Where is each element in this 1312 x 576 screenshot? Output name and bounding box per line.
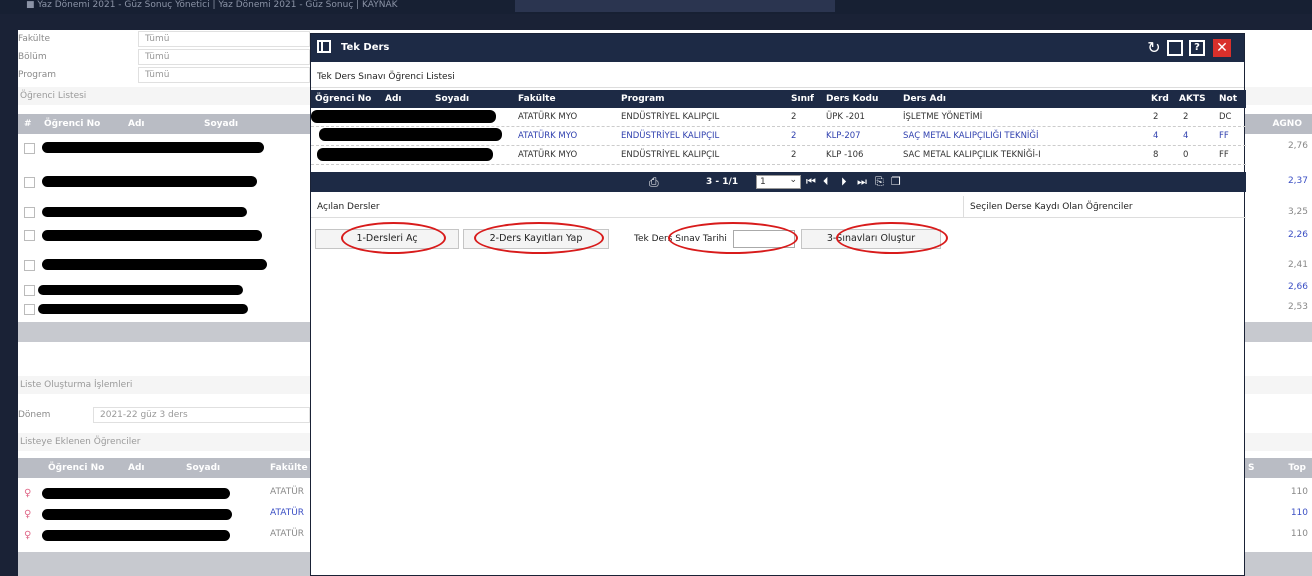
remove-student-icon[interactable]: ♀ bbox=[24, 531, 34, 541]
col-ogrenci-no[interactable]: Öğrenci No bbox=[315, 90, 371, 108]
redacted-name bbox=[42, 259, 267, 270]
redacted-name bbox=[42, 142, 264, 153]
dialog-title: Tek Ders bbox=[341, 42, 390, 53]
term-label: Dönem bbox=[18, 410, 51, 420]
remove-student-icon[interactable]: ♀ bbox=[24, 489, 34, 499]
col-krd[interactable]: Krd bbox=[1151, 90, 1169, 108]
selected-students-title: Seçilen Derse Kaydı Olan Öğrenciler bbox=[963, 196, 1246, 218]
grid-header: Öğrenci No Adı Soyadı Fakülte Program Sı… bbox=[311, 90, 1246, 108]
added-faculty: ATATÜR bbox=[270, 508, 305, 518]
redacted-name bbox=[42, 530, 230, 541]
filter-department-label: Bölüm bbox=[18, 52, 47, 62]
pager-info: 3 - 1/1 bbox=[706, 177, 739, 187]
col-program[interactable]: Program bbox=[621, 90, 665, 108]
agno-value: 2,37 bbox=[1287, 176, 1308, 186]
col-sinif[interactable]: Sınıf bbox=[791, 90, 814, 108]
agno-value: 2,53 bbox=[1287, 302, 1308, 312]
filter-department-row: Bölüm bbox=[18, 48, 47, 66]
section-bar: Açılan Dersler Seçilen Derse Kaydı Olan … bbox=[311, 196, 1246, 218]
agno-value: 2,76 bbox=[1287, 141, 1308, 151]
col-not[interactable]: Not bbox=[1219, 90, 1237, 108]
global-search-input[interactable] bbox=[515, 0, 835, 12]
redacted-student bbox=[317, 148, 493, 161]
row-checkbox[interactable] bbox=[24, 207, 35, 218]
opened-courses-title: Açılan Dersler bbox=[317, 202, 380, 212]
top-value: 110 bbox=[1290, 487, 1308, 497]
redacted-name bbox=[42, 176, 257, 187]
exam-date-label: Tek Ders Sınav Tarihi bbox=[634, 234, 727, 244]
prev-page-icon[interactable]: ⏴ bbox=[823, 172, 829, 192]
maximize-icon[interactable] bbox=[1167, 40, 1183, 56]
agno-value: 2,41 bbox=[1287, 260, 1308, 270]
agno-value: 2,26 bbox=[1287, 230, 1308, 240]
dialog-subtitle: Tek Ders Sınavı Öğrenci Listesi bbox=[311, 66, 1244, 88]
redacted-name bbox=[42, 230, 262, 241]
top-value: 110 bbox=[1290, 508, 1308, 518]
redacted-student bbox=[319, 128, 502, 141]
row-checkbox[interactable] bbox=[24, 230, 35, 241]
col-ders-kodu[interactable]: Ders Kodu bbox=[826, 90, 878, 108]
redacted-name bbox=[42, 488, 230, 499]
filter-faculty-row: Fakülte bbox=[18, 30, 50, 48]
filter-faculty-select[interactable]: Tümü bbox=[138, 31, 310, 47]
row-checkbox[interactable] bbox=[24, 143, 35, 154]
tek-ders-dialog: Tek Ders ↻ ? ✕ Tek Ders Sınavı Öğrenci L… bbox=[310, 33, 1246, 576]
agno-value: 2,66 bbox=[1287, 282, 1308, 292]
col-fakulte[interactable]: Fakülte bbox=[518, 90, 556, 108]
redacted-name bbox=[42, 509, 232, 520]
filter-faculty-label: Fakülte bbox=[18, 34, 51, 44]
added-faculty: ATATÜR bbox=[270, 487, 305, 497]
window-icon bbox=[317, 40, 331, 53]
agno-value: 3,25 bbox=[1287, 207, 1308, 217]
col-ders-adi[interactable]: Ders Adı bbox=[903, 90, 946, 108]
remove-student-icon[interactable]: ♀ bbox=[24, 510, 34, 520]
copy-icon[interactable]: ❐ bbox=[891, 172, 901, 192]
top-value: 110 bbox=[1290, 529, 1308, 539]
redacted-student bbox=[311, 110, 496, 123]
filter-program-select[interactable]: Tümü bbox=[138, 67, 310, 83]
filter-program-label: Program bbox=[18, 70, 56, 80]
print-icon[interactable]: ⎙ bbox=[649, 172, 659, 192]
term-select[interactable]: 2021-22 güz 3 ders bbox=[93, 407, 310, 423]
open-courses-button[interactable]: 1-Dersleri Aç bbox=[315, 229, 459, 249]
close-icon[interactable]: ✕ bbox=[1213, 39, 1231, 57]
app-title: ■ Yaz Dönemi 2021 - Güz Sonuç Yönetici |… bbox=[26, 0, 398, 10]
row-checkbox[interactable] bbox=[24, 285, 35, 296]
refresh-icon[interactable]: ↻ bbox=[1145, 39, 1163, 57]
first-page-icon[interactable]: ⏮ bbox=[806, 172, 816, 192]
dialog-header: Tek Ders ↻ ? ✕ bbox=[311, 34, 1244, 62]
redacted-name bbox=[38, 285, 243, 295]
export-icon[interactable]: ⎘ bbox=[875, 172, 884, 192]
help-icon[interactable]: ? bbox=[1189, 40, 1205, 56]
row-checkbox[interactable] bbox=[24, 260, 35, 271]
create-exams-button[interactable]: 3-Sınavları Oluştur bbox=[801, 229, 941, 249]
page-select[interactable]: 1 bbox=[756, 174, 801, 189]
next-page-icon[interactable]: ⏵ bbox=[841, 172, 847, 192]
exam-date-input[interactable] bbox=[733, 230, 795, 248]
col-akts[interactable]: AKTS bbox=[1179, 90, 1206, 108]
row-checkbox[interactable] bbox=[24, 177, 35, 188]
filter-department-select[interactable]: Tümü bbox=[138, 49, 310, 65]
col-soyadi[interactable]: Soyadı bbox=[435, 90, 469, 108]
redacted-name bbox=[42, 207, 247, 217]
grid-pager: ⎙ 3 - 1/1 1 ⏮ ⏴ ⏵ ⏭ ⎘ ❐ bbox=[311, 172, 1246, 192]
register-courses-button[interactable]: 2-Ders Kayıtları Yap bbox=[463, 229, 609, 249]
added-faculty: ATATÜR bbox=[270, 529, 305, 539]
redacted-name bbox=[38, 304, 248, 314]
col-adi[interactable]: Adı bbox=[385, 90, 402, 108]
row-checkbox[interactable] bbox=[24, 304, 35, 315]
filter-program-row: Program bbox=[18, 66, 56, 84]
app-top-bar: ■ Yaz Dönemi 2021 - Güz Sonuç Yönetici |… bbox=[0, 0, 1312, 14]
last-page-icon[interactable]: ⏭ bbox=[857, 172, 867, 192]
